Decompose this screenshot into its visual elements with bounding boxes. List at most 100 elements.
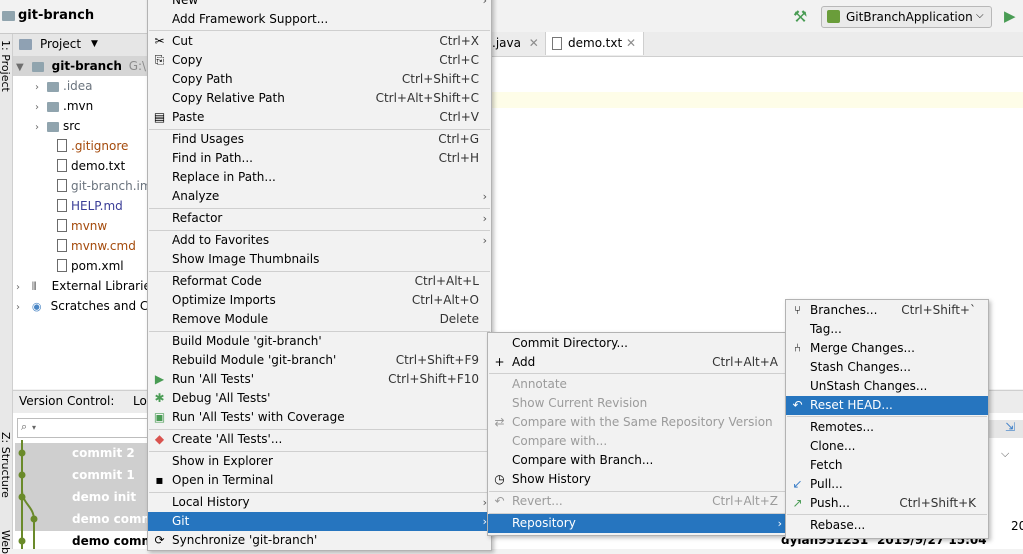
menu-item-synchronize-git-branch[interactable]: ⟳ Synchronize 'git-branch' xyxy=(148,531,491,550)
menu-item-tag[interactable]: Tag... xyxy=(786,320,988,339)
menu-item-commit-directory[interactable]: Commit Directory... xyxy=(488,334,786,353)
tree-item-mvnw[interactable]: mvnw xyxy=(57,216,107,236)
menu-item-add-framework-support[interactable]: Add Framework Support... xyxy=(148,10,491,29)
menu-separator xyxy=(149,451,490,452)
menu-item-cut[interactable]: ✂ Cut Ctrl+X xyxy=(148,32,491,51)
menu-item-run-all-tests-with-coverage[interactable]: ▣ Run 'All Tests' with Coverage xyxy=(148,408,491,427)
structure-tool-tab[interactable]: Z: Structure xyxy=(0,432,12,498)
menu-separator xyxy=(149,429,490,430)
menu-item-find-usages[interactable]: Find Usages Ctrl+G xyxy=(148,130,491,149)
tree-item-src[interactable]: › src xyxy=(35,116,81,136)
menu-item-label: Add Framework Support... xyxy=(172,12,329,26)
tree-item-mvnw-cmd[interactable]: mvnw.cmd xyxy=(57,236,136,256)
menu-item-reformat-code[interactable]: Reformat Code Ctrl+Alt+L xyxy=(148,272,491,291)
expand-arrow-icon[interactable]: › xyxy=(16,278,28,298)
menu-item-git[interactable]: Git › xyxy=(148,512,491,531)
menu-item-local-history[interactable]: Local History › xyxy=(148,493,491,512)
commit-message[interactable]: commit 2 xyxy=(72,446,135,460)
menu-item-shortcut: Ctrl+Alt+Shift+C xyxy=(375,91,479,105)
menu-item-show-in-explorer[interactable]: Show in Explorer xyxy=(148,452,491,471)
menu-item-open-in-terminal[interactable]: ▪ Open in Terminal xyxy=(148,471,491,490)
menu-item-add-to-favorites[interactable]: Add to Favorites › xyxy=(148,231,491,250)
tree-item-git-branch-im[interactable]: git-branch.im xyxy=(57,176,152,196)
run-configuration-select[interactable]: GitBranchApplication ⌵ xyxy=(821,6,992,28)
build-hammer-icon[interactable]: ⚒ xyxy=(793,7,807,26)
menu-item-stash-changes[interactable]: Stash Changes... xyxy=(786,358,988,377)
tree-item-demo-txt[interactable]: demo.txt xyxy=(57,156,125,176)
tree-item-gitignore[interactable]: .gitignore xyxy=(57,136,128,156)
menu-item-rebuild-module-git-branch[interactable]: Rebuild Module 'git-branch' Ctrl+Shift+F9 xyxy=(148,351,491,370)
menu-item-fetch[interactable]: Fetch xyxy=(786,456,988,475)
menu-item-optimize-imports[interactable]: Optimize Imports Ctrl+Alt+O xyxy=(148,291,491,310)
menu-item-replace-in-path[interactable]: Replace in Path... xyxy=(148,168,491,187)
menu-item-analyze[interactable]: Analyze › xyxy=(148,187,491,206)
menu-item-label: Copy Path xyxy=(172,72,233,86)
menu-item-push[interactable]: ↗ Push... Ctrl+Shift+K xyxy=(786,494,988,513)
menu-item-rebase[interactable]: Rebase... xyxy=(786,516,988,535)
menu-item-repository[interactable]: Repository › xyxy=(488,514,786,533)
commit-message[interactable]: demo comm xyxy=(72,534,154,548)
menu-item-run-all-tests[interactable]: ▶ Run 'All Tests' Ctrl+Shift+F10 xyxy=(148,370,491,389)
expand-arrow-icon[interactable]: › xyxy=(35,118,47,138)
menu-item-debug-all-tests[interactable]: ✱ Debug 'All Tests' xyxy=(148,389,491,408)
expand-arrow-icon[interactable]: ▼ xyxy=(16,58,28,78)
tree-item-mvn[interactable]: › .mvn xyxy=(35,96,93,116)
menu-item-copy[interactable]: ⎘ Copy Ctrl+C xyxy=(148,51,491,70)
tab-local-changes[interactable]: Lo xyxy=(133,394,147,408)
menu-item-show-image-thumbnails[interactable]: Show Image Thumbnails xyxy=(148,250,491,269)
menu-item-label: Compare with... xyxy=(512,434,608,448)
menu-item-copy-path[interactable]: Copy Path Ctrl+Shift+C xyxy=(148,70,491,89)
menu-item-label: Tag... xyxy=(810,322,842,336)
menu-item-paste[interactable]: ▤ Paste Ctrl+V xyxy=(148,108,491,127)
menu-item-reset-head[interactable]: ↶ Reset HEAD... xyxy=(786,396,988,415)
run-icon[interactable]: ▶ xyxy=(1004,7,1016,25)
expand-arrow-icon[interactable]: › xyxy=(35,98,47,118)
breadcrumb-project[interactable]: git-branch xyxy=(18,8,94,23)
project-view-selector[interactable]: Project xyxy=(40,37,81,51)
menu-item-shortcut: Ctrl+Shift+C xyxy=(401,72,479,86)
menu-item-remove-module[interactable]: Remove Module Delete xyxy=(148,310,491,329)
menu-item-pull[interactable]: ↙ Pull... xyxy=(786,475,988,494)
menu-item-refactor[interactable]: Refactor › xyxy=(148,209,491,228)
tree-item-help-md[interactable]: HELP.md xyxy=(57,196,123,216)
menu-item-copy-relative-path[interactable]: Copy Relative Path Ctrl+Alt+Shift+C xyxy=(148,89,491,108)
menu-item-show-history[interactable]: ◷ Show History xyxy=(488,470,786,489)
chevron-down-icon[interactable]: ⌵ xyxy=(1001,447,1009,461)
tree-scratches[interactable]: › ◉ Scratches and C xyxy=(13,296,148,316)
project-tool-tab[interactable]: 1: Project xyxy=(0,40,12,92)
commit-message[interactable]: demo comm xyxy=(72,512,154,526)
close-icon[interactable]: ✕ xyxy=(626,32,636,54)
reset-head-icon: ↶ xyxy=(792,398,803,412)
tree-external-libraries[interactable]: › ⫴ External Libraries xyxy=(13,276,157,296)
tab-java[interactable]: .java ✕ xyxy=(492,32,542,56)
chevron-down-icon: ▾ xyxy=(32,423,37,432)
menu-item-add[interactable]: + Add Ctrl+Alt+A xyxy=(488,353,786,372)
menu-item-remotes[interactable]: Remotes... xyxy=(786,418,988,437)
expand-arrow-icon[interactable]: › xyxy=(16,298,28,318)
close-icon[interactable]: ✕ xyxy=(529,36,539,50)
chevron-down-icon[interactable]: ▼ xyxy=(91,39,98,49)
menu-item-create-all-tests[interactable]: ◆ Create 'All Tests'... xyxy=(148,430,491,449)
menu-item-new[interactable]: New › xyxy=(148,0,491,10)
folder-icon xyxy=(47,122,59,132)
commit-message[interactable]: demo init xyxy=(72,490,136,504)
log-search-input[interactable]: ⌕ ▾ xyxy=(17,418,155,438)
tree-item-pom-xml[interactable]: pom.xml xyxy=(57,256,124,276)
menu-item-branches[interactable]: ⑂ Branches... Ctrl+Shift+` xyxy=(786,301,988,320)
expand-arrow-icon[interactable]: › xyxy=(35,78,47,98)
menu-separator xyxy=(489,491,785,492)
menu-item-unstash-changes[interactable]: UnStash Changes... xyxy=(786,377,988,396)
menu-item-build-module-git-branch[interactable]: Build Module 'git-branch' xyxy=(148,332,491,351)
git-submenu: Commit Directory... + Add Ctrl+Alt+A Annotat… xyxy=(487,332,787,536)
menu-item-find-in-path[interactable]: Find in Path... Ctrl+H xyxy=(148,149,491,168)
menu-item-compare-with-branch[interactable]: Compare with Branch... xyxy=(488,451,786,470)
web-tool-tab[interactable]: Web xyxy=(0,530,12,554)
tree-root-git-branch[interactable]: ▼ git-branch G:\M xyxy=(13,56,156,78)
menu-item-label: Run 'All Tests' with Coverage xyxy=(172,410,345,424)
tab-demo-txt[interactable]: demo.txt ✕ xyxy=(545,32,644,55)
menu-item-merge-changes[interactable]: ⑃ Merge Changes... xyxy=(786,339,988,358)
menu-item-clone[interactable]: Clone... xyxy=(786,437,988,456)
tree-item-idea[interactable]: › .idea xyxy=(35,76,93,96)
navigate-icon[interactable]: ⇲ xyxy=(1005,420,1015,434)
commit-message[interactable]: commit 1 xyxy=(72,468,135,482)
